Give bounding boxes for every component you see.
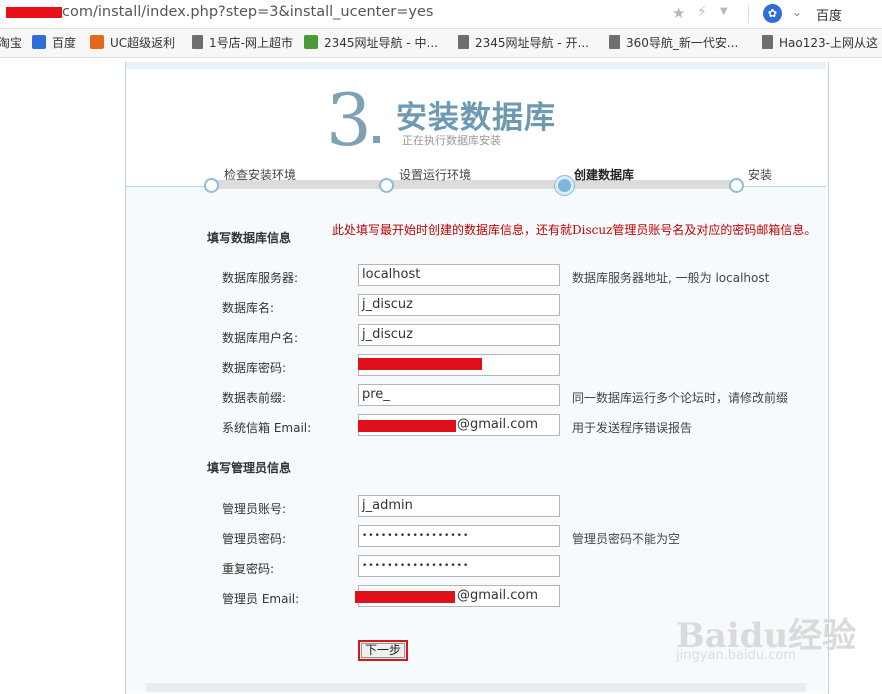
bookmark-label: 1号店-网上超市 [209, 36, 293, 50]
db-name-label: 数据库名: [222, 301, 275, 315]
redaction-mark [6, 7, 62, 18]
page-icon [609, 35, 620, 49]
bookmark-item[interactable]: UC超级返利 [90, 35, 175, 51]
table-prefix-hint: 同一数据库运行多个论坛时，请修改前缀 [572, 391, 789, 405]
repeat-password-label: 重复密码: [222, 562, 275, 576]
table-prefix-input[interactable]: pre_ [358, 384, 560, 406]
bookmark-item[interactable]: 百度 [32, 35, 76, 51]
admin-account-input[interactable]: j_admin [358, 495, 560, 517]
progress-node [204, 178, 219, 193]
bookmark-item[interactable]: 2345网址导航 - 开... [458, 35, 589, 51]
bookmark-label: 360导航_新一代安... [626, 36, 739, 50]
db-host-label: 数据库服务器: [222, 271, 299, 285]
progress-node-current [555, 176, 574, 195]
admin-password-input[interactable]: ••••••••••••••••• [358, 525, 560, 547]
divider [748, 5, 749, 23]
step-number-dot [373, 136, 380, 143]
db-host-input[interactable]: localhost [358, 264, 560, 286]
page-icon [192, 35, 203, 49]
admin-password-label: 管理员密码: [222, 532, 287, 546]
bookmark-label: UC超级返利 [110, 36, 176, 50]
panel-top-strip [126, 62, 826, 69]
bookmark-label: 百度 [52, 36, 77, 50]
bookmark-item[interactable]: Hao123-上网从这 [762, 35, 878, 51]
bookmark-item[interactable]: 1号店-网上超市 [192, 35, 293, 51]
table-prefix-label: 数据表前缀: [222, 391, 287, 405]
system-email-hint: 用于发送程序错误报告 [572, 421, 693, 435]
baidu-paw-icon [32, 35, 46, 49]
watermark-url: jingyan.baidu.com [676, 648, 796, 663]
star-icon[interactable]: ★ [672, 4, 685, 22]
bookmark-item[interactable]: 360导航_新一代安... [609, 35, 738, 51]
page-title: 安装数据库 [396, 100, 556, 136]
home-icon [304, 35, 318, 49]
redaction-mark [358, 420, 456, 432]
admin-account-label: 管理员账号: [222, 502, 287, 516]
progress-node [379, 178, 394, 193]
next-button[interactable]: 下一步 [358, 640, 408, 661]
admin-section-title: 填写管理员信息 [207, 461, 292, 475]
progress-step-label-current: 创建数据库 [574, 168, 635, 182]
redaction-mark [358, 358, 482, 370]
page-icon [458, 35, 469, 49]
bookmark-label: 淘宝 [0, 36, 23, 50]
uc-icon [90, 35, 104, 49]
chevron-down-icon[interactable]: ⌄ [792, 5, 802, 19]
bookmark-label: Hao123-上网从这 [779, 36, 878, 50]
bookmarks-bar: 淘宝 百度 UC超级返利 1号店-网上超市 2345网址导航 - 中... 23… [0, 29, 882, 58]
admin-email-label: 管理员 Email: [222, 592, 300, 606]
progress-step-label: 检查安装环境 [224, 168, 297, 182]
next-button-label: 下一步 [361, 643, 405, 658]
bookmark-item[interactable]: 2345网址导航 - 中... [304, 35, 438, 51]
db-user-input[interactable]: j_discuz [358, 324, 560, 346]
address-bar: com/install/index.php?step=3&install_uce… [0, 0, 882, 29]
db-user-label: 数据库用户名: [222, 331, 299, 345]
system-email-label: 系统信箱 Email: [222, 421, 312, 435]
search-engine-label[interactable]: 百度 [816, 5, 842, 24]
db-name-input[interactable]: j_discuz [358, 294, 560, 316]
progress-step-label: 安装 [748, 168, 773, 182]
notice-text: 此处填写最开始时创建的数据库信息，还有就Discuz管理员账号名及对应的密码邮箱… [332, 223, 817, 237]
bookmark-label: 2345网址导航 - 中... [324, 36, 438, 50]
progress-node [729, 178, 744, 193]
db-password-label: 数据库密码: [222, 361, 287, 375]
bookmark-label: 2345网址导航 - 开... [475, 36, 589, 50]
panel-bottom-strip [146, 683, 806, 692]
bookmark-item[interactable]: 淘宝 [0, 35, 22, 51]
step-number: 3 [326, 78, 372, 162]
db-host-hint: 数据库服务器地址, 一般为 localhost [572, 271, 770, 285]
progress-step-label: 设置运行环境 [399, 168, 472, 182]
chevron-down-icon[interactable]: ▼ [720, 6, 728, 17]
url-text[interactable]: com/install/index.php?step=3&install_uce… [62, 4, 433, 20]
repeat-password-input[interactable]: ••••••••••••••••• [358, 555, 560, 577]
page-icon [762, 35, 773, 49]
redaction-mark [355, 591, 455, 603]
lightning-icon[interactable]: ⚡ [697, 4, 707, 20]
admin-password-hint: 管理员密码不能为空 [572, 532, 681, 546]
baidu-paw-icon[interactable]: ✿ [763, 4, 782, 23]
page-subtitle: 正在执行数据库安装 [402, 134, 501, 147]
db-section-title: 填写数据库信息 [207, 231, 292, 245]
